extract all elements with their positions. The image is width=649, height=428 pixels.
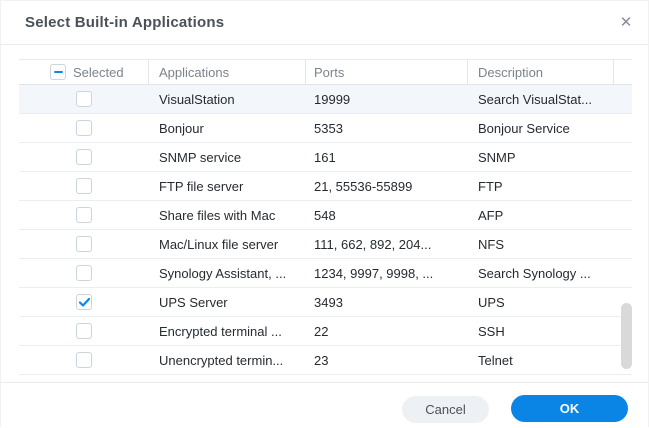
- selected-cell: [19, 236, 149, 252]
- table-row[interactable]: VisualStation 19999 Search VisualStat...: [19, 85, 632, 114]
- row-checkbox[interactable]: [76, 236, 92, 252]
- description-cell: FTP: [468, 179, 614, 194]
- ports-cell: 3493: [306, 295, 468, 310]
- row-checkbox[interactable]: [76, 265, 92, 281]
- application-cell: SNMP service: [149, 150, 306, 165]
- select-all-checkbox[interactable]: [50, 64, 66, 80]
- table-row[interactable]: Share files with Mac 548 AFP: [19, 201, 632, 230]
- application-cell: Synology Assistant, ...: [149, 266, 306, 281]
- description-cell: Search Synology ...: [468, 266, 614, 281]
- application-cell: Bonjour: [149, 121, 306, 136]
- column-header-selected-label: Selected: [73, 65, 124, 80]
- row-checkbox[interactable]: [76, 120, 92, 136]
- table-row[interactable]: FTP file server 21, 55536-55899 FTP: [19, 172, 632, 201]
- ports-cell: 23: [306, 353, 468, 368]
- description-cell: SSH: [468, 324, 614, 339]
- selected-cell: [19, 149, 149, 165]
- ports-cell: 5353: [306, 121, 468, 136]
- checkmark-icon: [79, 298, 90, 307]
- table-row[interactable]: SNMP service 161 SNMP: [19, 143, 632, 172]
- application-cell: Unencrypted termin...: [149, 353, 306, 368]
- description-cell: Telnet: [468, 353, 614, 368]
- dialog-title: Select Built-in Applications: [25, 14, 224, 31]
- ports-cell: 161: [306, 150, 468, 165]
- selected-cell: [19, 120, 149, 136]
- row-checkbox[interactable]: [76, 352, 92, 368]
- table-body: VisualStation 19999 Search VisualStat...…: [19, 85, 632, 375]
- application-cell: Share files with Mac: [149, 208, 306, 223]
- selected-cell: [19, 91, 149, 107]
- description-cell: AFP: [468, 208, 614, 223]
- table-row[interactable]: Unencrypted termin... 23 Telnet: [19, 346, 632, 375]
- ports-cell: 22: [306, 324, 468, 339]
- dialog-footer: Cancel OK: [1, 382, 648, 428]
- row-checkbox[interactable]: [76, 178, 92, 194]
- column-header-spacer: [614, 60, 632, 84]
- application-cell: FTP file server: [149, 179, 306, 194]
- ports-cell: 548: [306, 208, 468, 223]
- ports-cell: 19999: [306, 92, 468, 107]
- application-cell: Encrypted terminal ...: [149, 324, 306, 339]
- application-cell: UPS Server: [149, 295, 306, 310]
- cancel-button[interactable]: Cancel: [402, 396, 489, 423]
- description-cell: NFS: [468, 237, 614, 252]
- selected-cell: [19, 207, 149, 223]
- selected-cell: [19, 294, 149, 310]
- application-cell: Mac/Linux file server: [149, 237, 306, 252]
- table-row[interactable]: Synology Assistant, ... 1234, 9997, 9998…: [19, 259, 632, 288]
- description-cell: Bonjour Service: [468, 121, 614, 136]
- column-header-description[interactable]: Description: [468, 60, 614, 84]
- selected-cell: [19, 178, 149, 194]
- table-row[interactable]: Mac/Linux file server 111, 662, 892, 204…: [19, 230, 632, 259]
- row-checkbox[interactable]: [76, 149, 92, 165]
- application-cell: VisualStation: [149, 92, 306, 107]
- description-cell: SNMP: [468, 150, 614, 165]
- close-icon[interactable]: ✕: [615, 12, 637, 34]
- description-cell: Search VisualStat...: [468, 92, 614, 107]
- select-builtin-applications-dialog: Select Built-in Applications ✕ Selected …: [0, 0, 649, 427]
- ports-cell: 21, 55536-55899: [306, 179, 468, 194]
- column-header-selected[interactable]: Selected: [19, 60, 149, 84]
- selected-cell: [19, 352, 149, 368]
- column-header-ports[interactable]: Ports: [306, 60, 468, 84]
- indeterminate-minus-icon: [54, 71, 63, 74]
- vertical-scrollbar-thumb[interactable]: [621, 303, 632, 369]
- ok-button[interactable]: OK: [511, 395, 628, 422]
- table-row[interactable]: Encrypted terminal ... 22 SSH: [19, 317, 632, 346]
- column-header-applications[interactable]: Applications: [149, 60, 306, 84]
- applications-table: Selected Applications Ports Description …: [19, 59, 632, 375]
- selected-cell: [19, 265, 149, 281]
- ports-cell: 1234, 9997, 9998, ...: [306, 266, 468, 281]
- row-checkbox[interactable]: [76, 207, 92, 223]
- selected-cell: [19, 323, 149, 339]
- dialog-titlebar: Select Built-in Applications ✕: [1, 1, 648, 45]
- table-row[interactable]: UPS Server 3493 UPS: [19, 288, 632, 317]
- table-row[interactable]: Bonjour 5353 Bonjour Service: [19, 114, 632, 143]
- table-header-row: Selected Applications Ports Description: [19, 59, 632, 85]
- row-checkbox[interactable]: [76, 91, 92, 107]
- ports-cell: 111, 662, 892, 204...: [306, 237, 468, 252]
- description-cell: UPS: [468, 295, 614, 310]
- row-checkbox[interactable]: [76, 294, 92, 310]
- row-checkbox[interactable]: [76, 323, 92, 339]
